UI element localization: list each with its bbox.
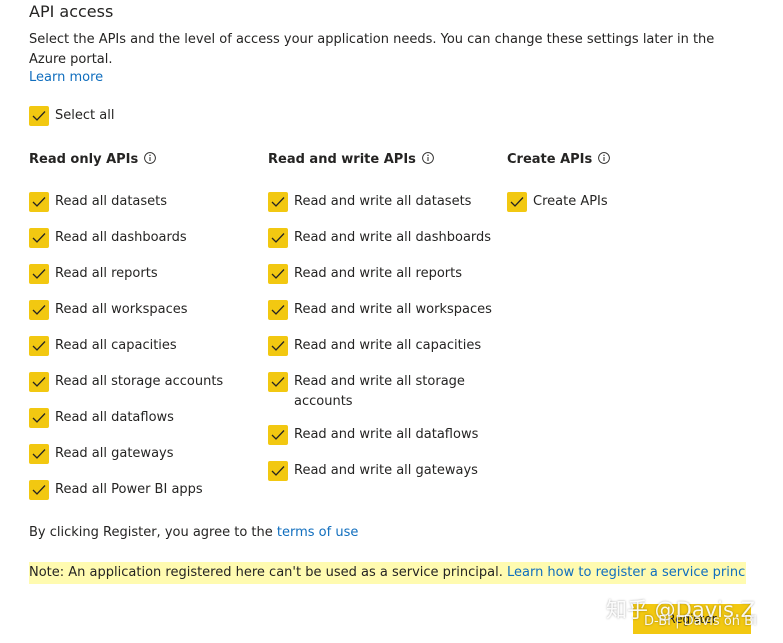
select-all-label: Select all <box>55 108 115 123</box>
checkbox-read-all-capacities[interactable]: Read all capacities <box>29 336 177 356</box>
api-access-page: API access Select the APIs and the level… <box>0 0 783 643</box>
checkbox-label: Read and write all reports <box>294 266 463 281</box>
checkmark-icon <box>268 372 288 392</box>
checkbox-read-write-all-datasets[interactable]: Read and write all datasets <box>268 192 471 212</box>
checkbox-label: Read all dashboards <box>55 230 187 245</box>
checkbox-label: Read all storage accounts <box>55 374 224 389</box>
checkbox-label: Read all capacities <box>55 338 177 353</box>
service-principal-link[interactable]: Learn how to register a service principa… <box>507 565 746 580</box>
checkbox-read-all-gateways[interactable]: Read all gateways <box>29 444 174 464</box>
checkbox-label: Read all datasets <box>55 194 168 209</box>
terms-agreement: By clicking Register, you agree to the t… <box>29 525 359 540</box>
checkmark-icon <box>268 228 288 248</box>
checkbox-read-all-datasets[interactable]: Read all datasets <box>29 192 167 212</box>
column-header-create: Create APIs <box>507 151 611 167</box>
checkbox-label: Read and write all gateways <box>294 463 478 478</box>
terms-of-use-link[interactable]: terms of use <box>277 525 358 540</box>
page-description: Select the APIs and the level of access … <box>29 32 715 67</box>
checkmark-icon <box>29 192 49 212</box>
select-all-checkbox[interactable]: Select all <box>29 106 114 126</box>
checkbox-label: Read all dataflows <box>55 410 174 425</box>
checkmark-icon <box>29 336 49 356</box>
checkbox-read-all-workspaces[interactable]: Read all workspaces <box>29 300 188 320</box>
checkbox-read-write-all-capacities[interactable]: Read and write all capacities <box>268 336 481 356</box>
checkbox-label: Read and write all storage accounts <box>294 374 465 409</box>
service-principal-note: Note: An application registered here can… <box>29 562 746 584</box>
checkmark-icon <box>29 228 49 248</box>
checkbox-label: Read all gateways <box>55 446 174 461</box>
checkmark-icon <box>29 444 49 464</box>
checkbox-read-write-all-workspaces[interactable]: Read and write all workspaces <box>268 300 492 320</box>
column-header-read-only: Read only APIs <box>29 151 157 167</box>
checkbox-read-write-all-dashboards[interactable]: Read and write all dashboards <box>268 228 491 248</box>
checkmark-icon <box>507 192 527 212</box>
checkbox-read-all-dashboards[interactable]: Read all dashboards <box>29 228 187 248</box>
checkmark-icon <box>29 264 49 284</box>
info-icon[interactable] <box>422 151 434 164</box>
checkbox-read-all-storage-accounts[interactable]: Read all storage accounts <box>29 372 223 392</box>
info-icon[interactable] <box>144 151 157 164</box>
checkbox-read-all-power-bi-apps[interactable]: Read all Power BI apps <box>29 480 203 500</box>
page-title: API access <box>29 2 114 21</box>
checkbox-read-write-all-storage-accounts[interactable]: Read and write all storage accounts <box>268 372 468 412</box>
checkmark-icon <box>268 461 288 481</box>
checkbox-create-apis[interactable]: Create APIs <box>507 192 608 212</box>
learn-more-link[interactable]: Learn more <box>29 70 103 86</box>
column-header-read-write: Read and write APIs <box>268 151 434 167</box>
checkbox-label: Read and write all dataflows <box>294 427 479 442</box>
info-icon[interactable] <box>598 151 611 164</box>
register-button[interactable]: Register <box>633 604 751 634</box>
checkmark-icon <box>268 336 288 356</box>
checkmark-icon <box>29 300 49 320</box>
checkbox-label: Read all workspaces <box>55 302 188 317</box>
checkmark-icon <box>29 480 49 500</box>
checkbox-read-all-dataflows[interactable]: Read all dataflows <box>29 408 174 428</box>
checkmark-icon <box>268 264 288 284</box>
checkbox-read-write-all-dataflows[interactable]: Read and write all dataflows <box>268 425 478 445</box>
checkbox-label: Read and write all capacities <box>294 338 482 353</box>
checkmark-icon <box>268 425 288 445</box>
checkbox-label: Read all reports <box>55 266 158 281</box>
checkbox-read-write-all-reports[interactable]: Read and write all reports <box>268 264 462 284</box>
checkbox-label: Read and write all workspaces <box>294 302 492 317</box>
checkmark-icon <box>29 408 49 428</box>
checkbox-label: Read and write all dashboards <box>294 230 492 245</box>
checkbox-read-all-reports[interactable]: Read all reports <box>29 264 158 284</box>
checkmark-icon <box>29 372 49 392</box>
checkmark-icon <box>268 192 288 212</box>
checkbox-label: Read and write all datasets <box>294 194 472 209</box>
checkmark-icon <box>268 300 288 320</box>
checkbox-label: Create APIs <box>533 194 608 209</box>
checkbox-label: Read all Power BI apps <box>55 482 203 497</box>
checkmark-icon <box>29 106 49 126</box>
checkbox-read-write-all-gateways[interactable]: Read and write all gateways <box>268 461 478 481</box>
